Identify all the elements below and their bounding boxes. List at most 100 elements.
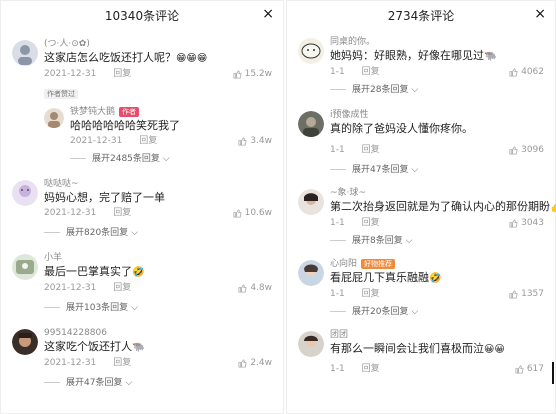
like-count: 2.4w [250,358,272,368]
left-panel-header: 10340条评论 × [0,0,284,30]
comment-username[interactable]: 99514228806 [44,327,284,339]
comment-item: i预像成性 真的除了爸妈没人懂你疼你。 1-1 回复 3096 展开47条回复 … [286,109,556,177]
chevron-down-icon: ⌵ [411,85,419,95]
right-comments-panel: 2734条评论 × 同桌的你。 她妈妈：好眼熟，好像在哪见过🐃 1-1 回复 4… [286,0,556,414]
close-icon[interactable]: × [534,6,546,22]
left-panel-title: 10340条评论 [104,8,180,23]
like-button[interactable]: 1357 [509,287,544,301]
like-button[interactable]: 3.4w [238,134,272,148]
reply-button[interactable]: 回复 [113,208,131,218]
comment-username[interactable]: 哒哒哒~ [44,178,284,190]
like-button[interactable]: 10.6w [233,206,272,220]
comment-date: 1-1 [330,67,345,77]
expand-replies-button[interactable]: 展开47条回复 ⌵ [44,376,284,390]
reply-username[interactable]: 铁梦钝大鹅 作者 [70,106,284,118]
comment-date: 1-1 [330,218,345,228]
comment-text: 最后一巴掌真实了🤣 [44,265,145,278]
avatar[interactable] [298,331,324,357]
comment-username[interactable]: 小羊 [44,252,284,264]
comment-item: 心向阳 好物推荐 看屁屁几下真乐融融🤣 1-1 回复 1357 展开20条回复 ⌵ [286,258,556,319]
reply-button[interactable]: 回复 [362,145,380,155]
comment-date: 1-1 [330,289,345,299]
expand-replies-button[interactable]: 展开820条回复 ⌵ [44,226,284,240]
comment-meta: 2021-12-31 回复 10.6w [44,206,284,220]
comment-text: 这家吃个饭还打人🐃 [44,340,145,353]
comment-meta: 1-1 回复 4062 [330,65,556,79]
comment-item: 团团 有那么一瞬间会让我们喜极而泣😀😀 1-1 回复 617 [286,329,556,376]
comment-date: 1-1 [330,145,345,155]
like-button[interactable]: 2.4w [238,356,272,370]
thumb-up-icon [509,218,518,228]
comment-text: 她妈妈：好眼熟，好像在哪见过🐃 [330,49,497,62]
expand-replies-button[interactable]: 展开8条回复 ⌵ [330,234,556,248]
like-button[interactable]: 3043 [509,216,544,230]
comment-text: 这家店怎么吃饭还打人呢？😁😁😁 [44,51,208,64]
like-count: 3043 [521,218,544,228]
thumb-up-icon [509,145,518,155]
reply-button[interactable]: 回复 [362,67,380,77]
thumb-up-icon [515,364,524,374]
expand-replies-button[interactable]: 展开47条回复 ⌵ [330,163,556,177]
reply-item: 铁梦钝大鹅 作者 哈哈哈哈哈哈笑死我了 2021-12-31 回复 3.4w 展开… [44,106,284,166]
avatar[interactable] [12,329,38,355]
thumb-up-icon [509,67,518,77]
like-count: 4.8w [250,283,272,293]
reply-button[interactable]: 回复 [113,283,131,293]
expand-replies-button[interactable]: 展开20条回复 ⌵ [330,305,556,319]
reply-button[interactable]: 回复 [362,218,380,228]
comment-item: 哒哒哒~ 妈妈心想，完了赔了一单 2021-12-31 回复 10.6w 展开8… [0,178,284,240]
thumb-up-icon [509,289,518,299]
avatar[interactable] [298,38,324,64]
reply-button[interactable]: 回复 [113,69,131,79]
comment-meta: 2021-12-31 回复 15.2w [44,67,284,81]
comment-item: 99514228806 这家吃个饭还打人🐃 2021-12-31 回复 2.4w… [0,327,284,390]
like-count: 617 [526,364,544,374]
close-icon[interactable]: × [262,6,274,22]
comment-meta: 1-1 回复 617 [330,362,556,376]
comment-username[interactable]: i预像成性 [330,109,556,121]
like-button[interactable]: 3096 [509,143,544,157]
recommend-badge: 好物推荐 [361,258,396,269]
like-button[interactable]: 4.8w [238,281,272,295]
like-button[interactable]: 4062 [509,65,544,79]
expand-replies-button[interactable]: 展开28条回复 ⌵ [330,83,556,97]
comment-date: 2021-12-31 [44,358,97,368]
comment-item: 同桌的你。 她妈妈：好眼熟，好像在哪见过🐃 1-1 回复 4062 展开28条回… [286,36,556,97]
comment-meta: 1-1 回复 1357 [330,287,556,301]
reply-button[interactable]: 回复 [139,136,157,146]
comment-text: 真的除了爸妈没人懂你疼你。 [330,122,473,135]
text-cursor [552,362,554,384]
chevron-down-icon: ⌵ [411,165,419,175]
avatar[interactable] [298,189,324,215]
avatar[interactable] [12,180,38,206]
reply-button[interactable]: 回复 [362,289,380,299]
expand-replies-button[interactable]: 展开2485条回复 ⌵ [70,152,284,166]
comment-username[interactable]: 同桌的你。 [330,36,556,48]
like-button[interactable]: 15.2w [233,67,272,81]
expand-replies-button[interactable]: 展开103条回复 ⌵ [44,301,284,315]
comment-meta: 2021-12-31 回复 2.4w [44,356,284,370]
comment-text: 妈妈心想，完了赔了一单 [44,191,165,204]
like-button[interactable]: 617 [515,362,544,376]
avatar[interactable] [298,260,324,286]
comment-meta: 1-1 回复 3096 [330,143,556,157]
avatar[interactable] [12,254,38,280]
comment-username[interactable]: 心向阳 好物推荐 [330,258,556,270]
thumb-up-icon [233,208,242,218]
comment-username[interactable]: (つ·人·⊙✿) [44,38,284,50]
chevron-down-icon: ⌵ [411,307,419,317]
comment-username[interactable]: 团团 [330,329,556,341]
chevron-down-icon: ⌵ [131,228,138,238]
avatar[interactable] [44,108,64,128]
reply-date: 2021-12-31 [70,136,123,146]
avatar[interactable] [298,111,324,137]
avatar[interactable] [12,40,38,66]
comment-date: 2021-12-31 [44,208,97,218]
comment-username[interactable]: ~象·球~ [330,187,556,199]
reply-meta: 2021-12-31 回复 3.4w [70,134,284,148]
like-count: 4062 [521,67,544,77]
reply-button[interactable]: 回复 [113,358,131,368]
reply-button[interactable]: 回复 [362,364,380,374]
chevron-down-icon: ⌵ [125,378,133,388]
comment-item: ~象·球~ 第二次抬身返回就是为了确认内心的那份期盼👍🥇 1-1 回复 3043… [286,187,556,248]
